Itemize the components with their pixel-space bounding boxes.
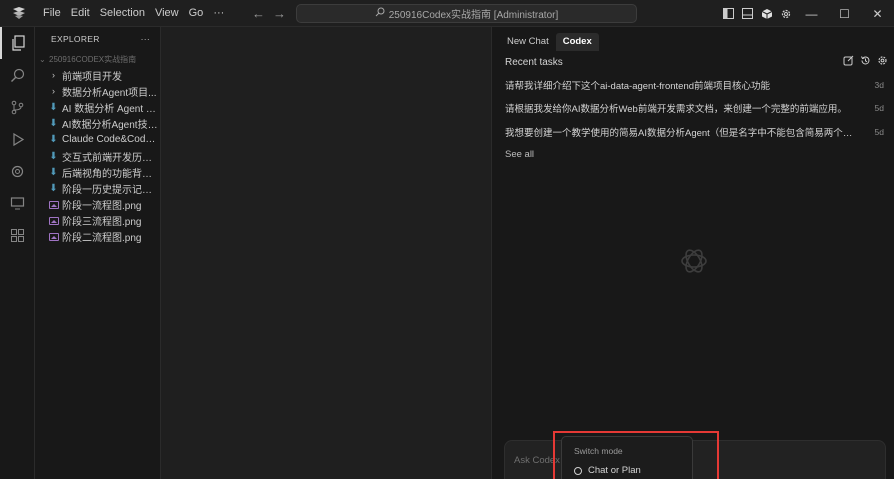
menu-edit[interactable]: Edit xyxy=(66,0,95,27)
chevron-right-icon: › xyxy=(52,86,55,97)
download-arrow-icon: ⬇ xyxy=(49,118,58,130)
search-icon xyxy=(375,7,385,20)
tree-item-label: 交互式前端开发历史... xyxy=(62,152,160,164)
tree-item-label: Claude Code&Codex... xyxy=(62,134,160,146)
highlight-box xyxy=(553,431,719,479)
file-item[interactable]: 阶段一流程图.png xyxy=(35,197,160,213)
tab-new-chat[interactable]: New Chat xyxy=(500,33,556,51)
source-control-icon[interactable] xyxy=(0,91,35,123)
task-text: 我想要创建一个教学使用的简易AI数据分析Agent（但是名字中不能包含简易两个字… xyxy=(505,127,860,139)
recent-tasks-title: Recent tasks xyxy=(505,56,563,68)
back-arrow-icon[interactable]: ← xyxy=(252,6,265,21)
tree-item-label: 后端视角的功能背景... xyxy=(62,168,160,180)
remote-explorer-icon[interactable] xyxy=(0,187,35,219)
file-item[interactable]: 阶段三流程图.png xyxy=(35,213,160,229)
title-bar-controls: — ☐ ✕ xyxy=(719,0,894,27)
download-arrow-icon: ⬇ xyxy=(49,101,58,113)
explorer-title: EXPLORER xyxy=(51,34,100,44)
minimize-button[interactable]: — xyxy=(795,0,828,27)
image-file-icon xyxy=(47,200,60,209)
app-logo-icon xyxy=(0,0,38,27)
activity-bar xyxy=(0,27,35,479)
menu-more-button[interactable]: ··· xyxy=(208,0,229,27)
title-bar: File Edit Selection View Go ··· ← → 2509… xyxy=(0,0,894,27)
forward-arrow-icon[interactable]: → xyxy=(273,6,286,21)
toggle-panel-icon[interactable] xyxy=(738,0,757,27)
explorer-files-icon[interactable] xyxy=(0,27,35,59)
explorer-sidebar: EXPLORER ··· ⌄ 250916CODEX实战指南 › 前端项目开发 › 数… xyxy=(35,27,161,479)
see-all-link[interactable]: See all xyxy=(492,146,894,164)
task-age: 5d xyxy=(874,126,884,137)
extensions-blocks-icon[interactable] xyxy=(0,219,35,251)
toggle-sidebar-icon[interactable] xyxy=(719,0,738,27)
task-age: 5d xyxy=(874,103,884,114)
panel-tabs: New Chat Codex xyxy=(492,27,894,51)
explorer-header: EXPLORER ··· xyxy=(35,27,160,51)
file-item[interactable]: ⬇ 交互式前端开发历史... xyxy=(35,148,160,164)
close-button[interactable]: ✕ xyxy=(861,0,894,27)
chevron-down-icon: ⌄ xyxy=(39,54,46,64)
tree-item-label: 阶段一流程图.png xyxy=(62,201,142,213)
menu-selection[interactable]: Selection xyxy=(95,0,150,27)
tree-item-label: AI数据分析Agent技术... xyxy=(62,120,160,132)
command-center-label: 250916Codex实战指南 [Administrator] xyxy=(388,10,559,21)
openai-logo-icon xyxy=(678,245,710,280)
chevron-right-icon: › xyxy=(52,70,55,81)
recent-tasks-list: 请帮我详细介绍下这个ai-data-agent-frontend前端项目核心功能… xyxy=(492,73,894,144)
recent-tasks-actions xyxy=(843,55,888,69)
file-item[interactable]: ⬇ AI 数据分析 Agent W... xyxy=(35,99,160,115)
tree-item-label: 前端项目开发 xyxy=(62,71,122,83)
file-item[interactable]: ⬇ 后端视角的功能背景... xyxy=(35,164,160,180)
new-task-edit-icon[interactable] xyxy=(843,55,854,69)
explorer-more-button[interactable]: ··· xyxy=(141,34,150,44)
download-arrow-icon: ⬇ xyxy=(49,134,58,146)
file-item[interactable]: ⬇ Claude Code&Codex... xyxy=(35,132,160,148)
download-arrow-icon: ⬇ xyxy=(49,166,58,178)
tree-item-label: 阶段一历史提示记录... xyxy=(62,184,160,196)
navigation-arrows: ← → xyxy=(252,0,286,27)
task-text: 请根据我发给你AI数据分析Web前端开发需求文档，来创建一个完整的前端应用。 xyxy=(505,104,847,116)
folder-item[interactable]: › 数据分析Agent项目... xyxy=(35,83,160,99)
search-icon[interactable] xyxy=(0,59,35,91)
task-item[interactable]: 请帮我详细介绍下这个ai-data-agent-frontend前端项目核心功能… xyxy=(492,73,894,97)
recent-tasks-header: Recent tasks xyxy=(492,51,894,73)
task-item[interactable]: 请根据我发给你AI数据分析Web前端开发需求文档，来创建一个完整的前端应用。 5d xyxy=(492,97,894,121)
task-text: 请帮我详细介绍下这个ai-data-agent-frontend前端项目核心功能 xyxy=(505,80,771,92)
image-file-icon xyxy=(47,232,60,241)
folder-item[interactable]: › 前端项目开发 xyxy=(35,67,160,83)
tree-item-label: 阶段三流程图.png xyxy=(62,217,142,229)
menu-view[interactable]: View xyxy=(150,0,184,27)
image-file-icon xyxy=(47,216,60,225)
run-debug-icon[interactable] xyxy=(0,123,35,155)
command-center-search[interactable]: 250916Codex实战指南 [Administrator] xyxy=(296,4,637,23)
editor-area xyxy=(161,27,491,479)
workspace-root[interactable]: ⌄ 250916CODEX实战指南 xyxy=(35,51,160,67)
file-item[interactable]: ⬇ AI数据分析Agent技术... xyxy=(35,116,160,132)
tree-item-label: 数据分析Agent项目... xyxy=(62,87,157,99)
file-tree: › 前端项目开发 › 数据分析Agent项目... ⬇ AI 数据分析 Agent W..… xyxy=(35,67,160,245)
task-age: 3d xyxy=(874,79,884,90)
menu-go[interactable]: Go xyxy=(184,0,209,27)
task-item[interactable]: 我想要创建一个教学使用的简易AI数据分析Agent（但是名字中不能包含简易两个字… xyxy=(492,120,894,144)
gear-icon[interactable] xyxy=(877,55,888,69)
maximize-button[interactable]: ☐ xyxy=(828,0,861,27)
history-icon[interactable] xyxy=(860,55,871,69)
file-item[interactable]: 阶段二流程图.png xyxy=(35,229,160,245)
extensions-icon[interactable] xyxy=(0,155,35,187)
tab-codex[interactable]: Codex xyxy=(555,33,599,51)
codex-cube-icon[interactable] xyxy=(757,0,776,27)
tree-item-label: 阶段二流程图.png xyxy=(62,233,142,245)
menu-bar: File Edit Selection View Go ··· xyxy=(38,0,229,27)
download-arrow-icon: ⬇ xyxy=(49,182,58,194)
menu-file[interactable]: File xyxy=(38,0,66,27)
file-item[interactable]: ⬇ 阶段一历史提示记录... xyxy=(35,180,160,196)
codex-panel: New Chat Codex Recent tasks 请帮我详细介绍下这个ai… xyxy=(491,27,894,479)
tree-item-label: AI 数据分析 Agent W... xyxy=(62,103,160,115)
download-arrow-icon: ⬇ xyxy=(49,150,58,162)
gear-icon[interactable] xyxy=(776,0,795,27)
workspace-root-label: 250916CODEX实战指南 xyxy=(49,54,137,64)
